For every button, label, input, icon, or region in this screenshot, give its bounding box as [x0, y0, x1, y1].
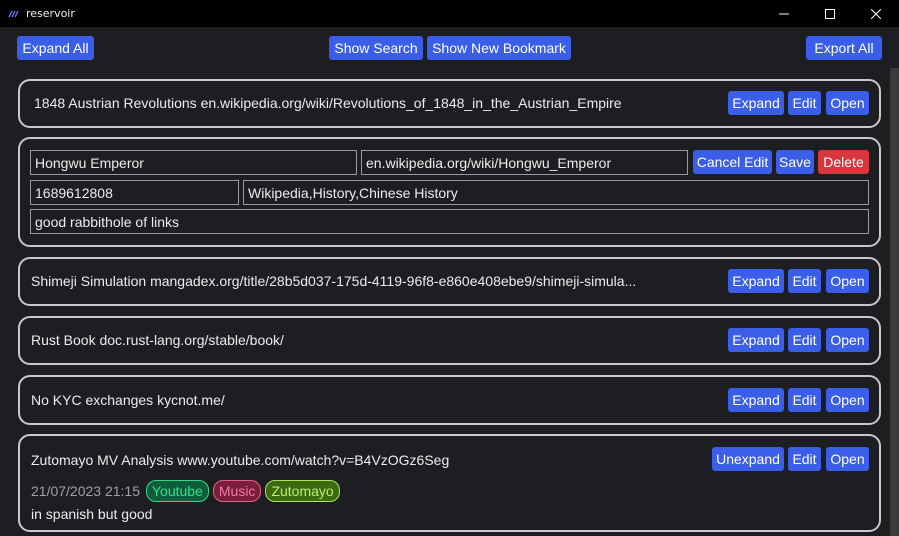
bookmark-row: Rust Book doc.rust-lang.org/stable/book/ — [31, 332, 284, 348]
close-icon — [871, 8, 881, 19]
cancel-edit-button[interactable]: Cancel Edit — [693, 150, 772, 174]
expand-button[interactable]: Expand — [728, 91, 784, 115]
open-button[interactable]: Open — [826, 447, 869, 471]
expand-button[interactable]: Expand — [728, 269, 784, 293]
title-bar: reservoir — [0, 0, 899, 27]
tag-youtube[interactable]: Youtube — [146, 480, 209, 502]
bookmark-title: Shimeji Simulation — [31, 273, 147, 289]
open-button[interactable]: Open — [826, 91, 869, 115]
bookmark-date: 21/07/2023 21:15 — [31, 483, 140, 499]
save-button[interactable]: Save — [776, 150, 814, 174]
edit-button[interactable]: Edit — [788, 91, 821, 115]
scrollbar[interactable] — [890, 68, 899, 536]
minimize-icon — [779, 13, 789, 14]
bookmark-note: in spanish but good — [31, 506, 153, 522]
close-button[interactable] — [853, 0, 899, 27]
tags-field[interactable]: Wikipedia,History,Chinese History — [243, 180, 869, 205]
bookmark-title: Zutomayo MV Analysis — [31, 452, 174, 468]
bookmark-url: www.youtube.com/watch?v=B4VzOGz6Seg — [177, 452, 450, 468]
expand-all-button[interactable]: Expand All — [17, 36, 94, 60]
open-button[interactable]: Open — [826, 388, 869, 412]
edit-button[interactable]: Edit — [788, 447, 821, 471]
bookmark-url: mangadex.org/title/28b5d037-175d-4119-96… — [150, 273, 637, 289]
open-button[interactable]: Open — [826, 269, 869, 293]
bookmark-row: Zutomayo MV Analysis www.youtube.com/wat… — [31, 452, 449, 468]
bookmark-url: en.wikipedia.org/wiki/Revolutions_of_184… — [200, 95, 622, 111]
timestamp-field[interactable]: 1689612808 — [30, 180, 239, 205]
open-button[interactable]: Open — [826, 328, 869, 352]
bookmark-url: kycnot.me/ — [157, 392, 225, 408]
bookmark-title: 1848 Austrian Revolutions — [34, 95, 197, 111]
bookmark-title: No KYC exchanges — [31, 392, 154, 408]
delete-button[interactable]: Delete — [818, 150, 869, 174]
bookmark-meta: 21/07/2023 21:15 Youtube Music Zutomayo — [31, 480, 344, 502]
expand-button[interactable]: Expand — [728, 328, 784, 352]
edit-button[interactable]: Edit — [788, 388, 821, 412]
unexpand-button[interactable]: Unexpand — [712, 447, 784, 471]
edit-button[interactable]: Edit — [788, 269, 821, 293]
show-new-bookmark-button[interactable]: Show New Bookmark — [427, 36, 571, 60]
bookmark-title: Rust Book — [31, 332, 96, 348]
note-field[interactable]: good rabbithole of links — [30, 209, 869, 234]
app-icon — [7, 7, 21, 21]
maximize-icon — [825, 8, 835, 19]
expand-button[interactable]: Expand — [728, 388, 784, 412]
bookmark-row: Shimeji Simulation mangadex.org/title/28… — [31, 273, 636, 289]
edit-button[interactable]: Edit — [788, 328, 821, 352]
bookmark-url: doc.rust-lang.org/stable/book/ — [99, 332, 284, 348]
export-all-button[interactable]: Export All — [806, 36, 882, 60]
url-field[interactable]: en.wikipedia.org/wiki/Hongwu_Emperor — [361, 150, 688, 175]
minimize-button[interactable] — [761, 0, 807, 27]
window-title: reservoir — [26, 7, 75, 20]
show-search-button[interactable]: Show Search — [329, 36, 423, 60]
tag-music[interactable]: Music — [212, 480, 262, 502]
title-field[interactable]: Hongwu Emperor — [30, 150, 357, 175]
bookmark-row: 1848 Austrian Revolutions en.wikipedia.o… — [34, 95, 622, 111]
bookmark-row: No KYC exchanges kycnot.me/ — [31, 392, 225, 408]
maximize-button[interactable] — [807, 0, 853, 27]
tag-zutomayo[interactable]: Zutomayo — [265, 480, 340, 502]
